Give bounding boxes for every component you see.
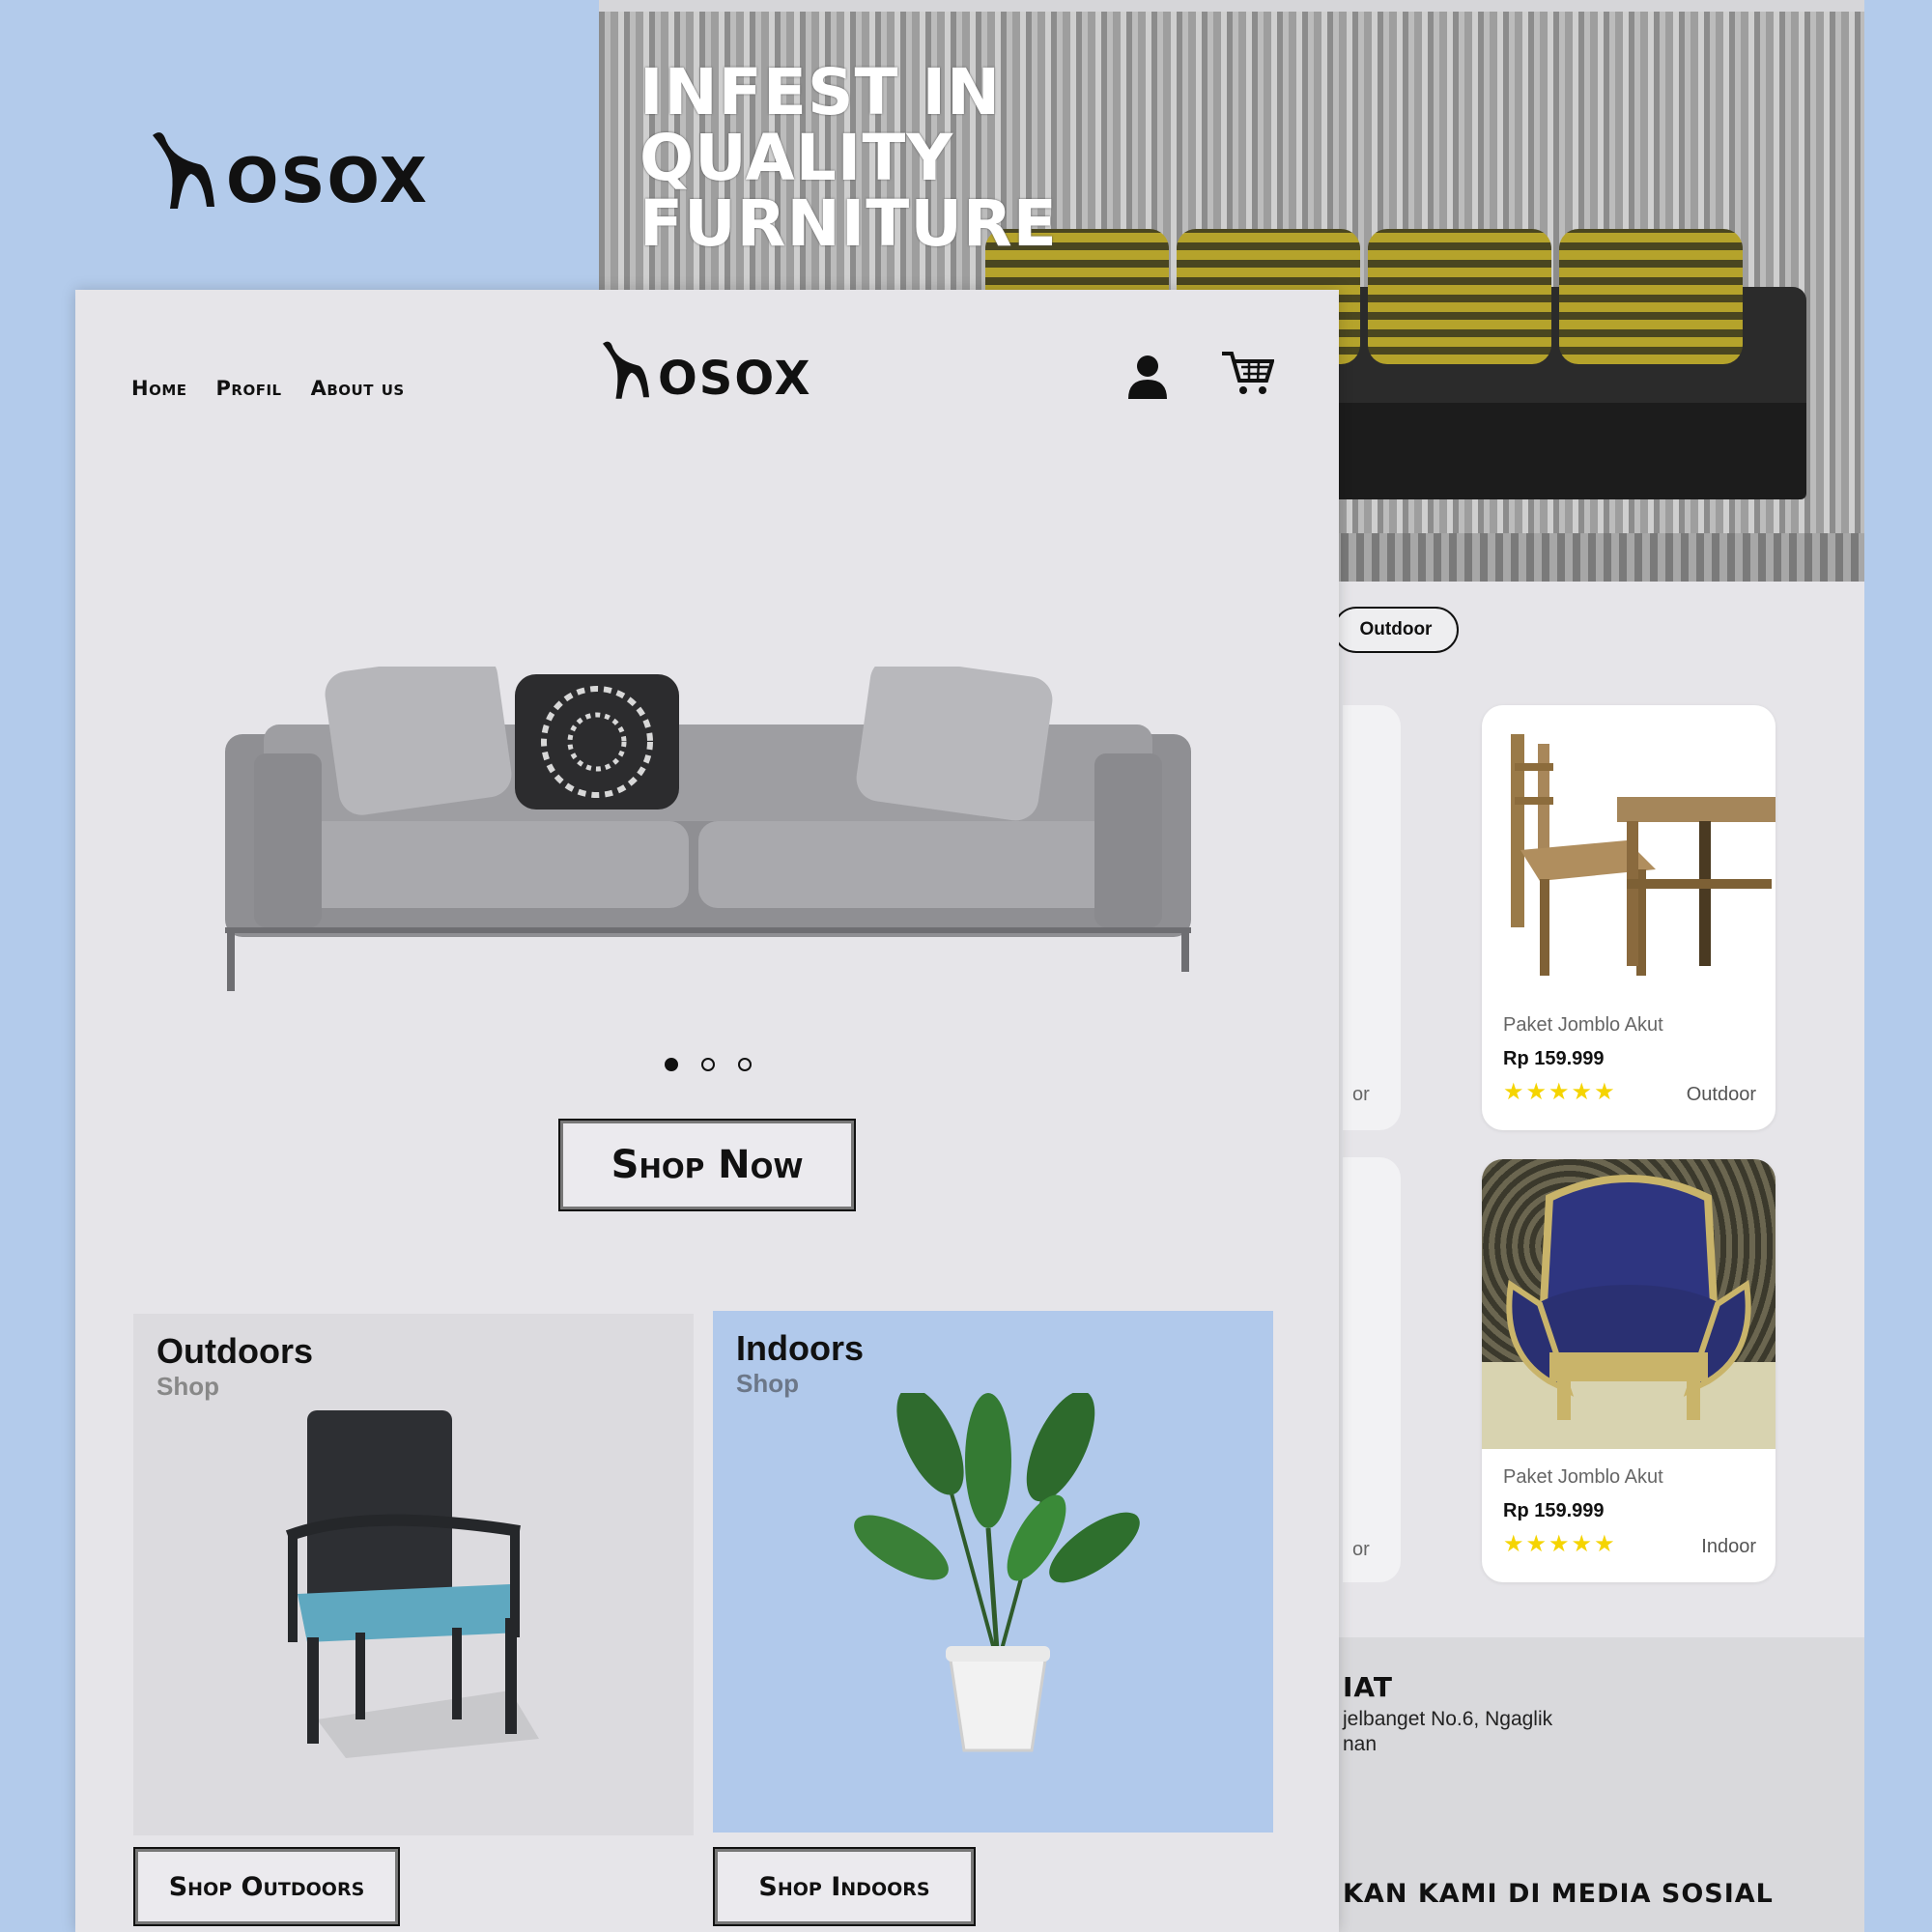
front-page-preview: Home Profil About us OSOX Shop Now Outdo…	[75, 290, 1339, 1932]
hero-title-line-1: INFEST IN	[639, 55, 1002, 129]
product-card[interactable]: Paket Jomblo Akut Rp 159.999 ★★★★★ Outdo…	[1482, 705, 1776, 1130]
footer-address-line-2: nan	[1343, 1733, 1378, 1755]
category-subtitle: Shop	[156, 1372, 219, 1401]
footer-address: jelbanget No.6, Ngaglik nan	[1343, 1707, 1552, 1757]
main-nav: Home Profil About us	[131, 377, 405, 400]
partial-category-label: or	[1352, 1084, 1370, 1105]
shop-now-button[interactable]: Shop Now	[558, 1119, 856, 1211]
product-name: Paket Jomblo Akut	[1503, 1014, 1663, 1036]
category-title: Outdoors	[156, 1331, 313, 1371]
category-outdoors-panel[interactable]: Outdoors Shop	[133, 1314, 694, 1835]
chair-logo-icon	[603, 341, 649, 399]
product-image-royal-armchair	[1482, 1159, 1776, 1449]
shop-outdoors-button[interactable]: Shop Outdoors	[133, 1847, 400, 1926]
category-title: Indoors	[736, 1328, 864, 1368]
carousel-indicators	[665, 1058, 752, 1071]
back-top-bar	[599, 0, 1864, 12]
brand-name: OSOX	[658, 352, 812, 406]
brand-name: OSOX	[226, 146, 429, 217]
rating-stars-icon: ★★★★★	[1503, 1531, 1617, 1557]
category-indoors-panel[interactable]: Indoors Shop	[713, 1311, 1273, 1833]
partial-category-label: or	[1352, 1539, 1370, 1560]
partial-product-card[interactable]: or	[1343, 1157, 1401, 1582]
partial-product-card[interactable]: or	[1343, 705, 1401, 1130]
carousel-dot[interactable]	[665, 1058, 678, 1071]
top-brand-logo: OSOX	[145, 126, 429, 213]
product-category: Indoor	[1701, 1536, 1756, 1557]
chair-logo-icon	[153, 132, 214, 209]
product-category: Outdoor	[1686, 1084, 1756, 1105]
nav-profil[interactable]: Profil	[216, 377, 282, 400]
carousel-dot[interactable]	[738, 1058, 752, 1071]
product-name: Paket Jomblo Akut	[1503, 1466, 1663, 1488]
footer-social-heading: KAN KAMI DI MEDIA SOSIAL	[1343, 1879, 1774, 1909]
tab-outdoor[interactable]: Outdoor	[1333, 607, 1459, 653]
hero-title: INFEST IN QUALITY FURNITURE	[639, 60, 1058, 257]
outdoor-chair-image	[285, 1410, 539, 1758]
shop-indoors-button[interactable]: Shop Indoors	[713, 1847, 976, 1926]
hero-title-line-3: FURNITURE	[639, 186, 1058, 261]
header-brand-logo[interactable]: OSOX	[597, 336, 811, 402]
product-card[interactable]: Paket Jomblo Akut Rp 159.999 ★★★★★ Indoo…	[1482, 1159, 1776, 1582]
hero-title-line-2: QUALITY	[639, 121, 954, 195]
product-price: Rp 159.999	[1503, 1500, 1605, 1521]
product-price: Rp 159.999	[1503, 1048, 1605, 1069]
footer-address-line-1: jelbanget No.6, Ngaglik	[1343, 1708, 1553, 1730]
hero-sofa-image	[225, 667, 1191, 991]
carousel-dot[interactable]	[701, 1058, 715, 1071]
rating-stars-icon: ★★★★★	[1503, 1079, 1617, 1105]
nav-home[interactable]: Home	[131, 377, 187, 400]
user-icon[interactable]	[1126, 353, 1169, 401]
product-image-chair-table	[1482, 705, 1776, 995]
footer-heading: IAT	[1343, 1671, 1394, 1703]
category-subtitle: Shop	[736, 1369, 799, 1398]
cart-icon[interactable]	[1220, 350, 1274, 398]
indoor-plant-image	[854, 1393, 1140, 1752]
nav-about-us[interactable]: About us	[311, 377, 405, 400]
